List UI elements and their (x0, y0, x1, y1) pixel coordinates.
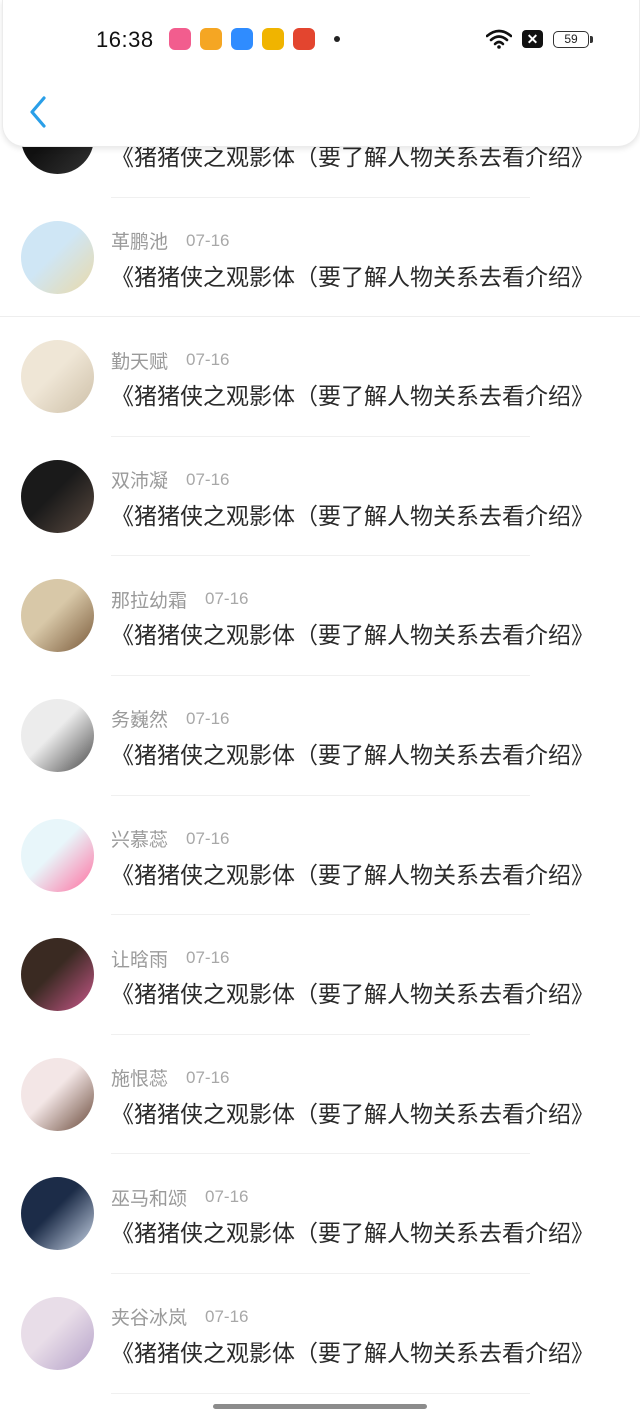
sender-name: 兴慕蕊 (111, 829, 169, 852)
avatar[interactable] (21, 340, 94, 414)
weibo-app-icon (262, 28, 284, 50)
battery-level: 59 (564, 32, 578, 46)
message-date: 07-16 (186, 708, 230, 728)
no-sim-icon: ✕ (522, 30, 543, 48)
chevron-left-icon[interactable] (23, 92, 53, 132)
message-row[interactable]: 兴慕蕊 07-16 《猪猪侠之观影体（要了解人物关系去看介绍》 (0, 796, 640, 916)
home-indicator[interactable] (213, 1404, 427, 1409)
message-preview: 《猪猪侠之观影体（要了解人物关系去看介绍》 (111, 264, 594, 291)
message-preview: 《猪猪侠之观影体（要了解人物关系去看介绍》 (111, 503, 594, 530)
top-bar: 16:38 ✕ 59 (2, 0, 640, 147)
message-row[interactable]: 施恨蕊 07-16 《猪猪侠之观影体（要了解人物关系去看介绍》 (0, 1035, 640, 1155)
message-preview: 《猪猪侠之观影体（要了解人物关系去看介绍》 (111, 384, 594, 411)
sender-line: 勤天赋 07-16 (111, 347, 230, 373)
message-date: 07-16 (205, 1306, 249, 1326)
sender-line: 双沛凝 07-16 (111, 467, 230, 493)
message-row[interactable]: 让晗雨 07-16 《猪猪侠之观影体（要了解人物关系去看介绍》 (0, 915, 640, 1035)
sender-line: 巫马和颂 07-16 (111, 1184, 249, 1210)
message-date: 07-16 (186, 230, 230, 250)
sender-line: 革鹏池 07-16 (111, 228, 230, 254)
message-date: 07-16 (186, 469, 230, 489)
status-time: 16:38 (96, 27, 154, 52)
sender-line: 施恨蕊 07-16 (111, 1065, 230, 1091)
sender-name: 勤天赋 (111, 350, 169, 373)
sender-name: 双沛凝 (111, 470, 169, 493)
avatar[interactable] (21, 579, 94, 653)
sender-name: 让晗雨 (111, 948, 169, 971)
message-date: 07-16 (186, 828, 230, 848)
message-date: 07-16 (205, 589, 249, 609)
message-preview: 《猪猪侠之观影体（要了解人物关系去看介绍》 (111, 862, 594, 889)
message-row[interactable]: 勤天赋 07-16 《猪猪侠之观影体（要了解人物关系去看介绍》 (0, 317, 640, 437)
message-preview: 《猪猪侠之观影体（要了解人物关系去看介绍》 (111, 1221, 594, 1248)
sender-line: 兴慕蕊 07-16 (111, 826, 230, 852)
sender-line: 夹谷冰岚 07-16 (111, 1304, 249, 1330)
message-row[interactable]: 双沛凝 07-16 《猪猪侠之观影体（要了解人物关系去看介绍》 (0, 437, 640, 557)
message-list: 《猪猪侠之观影体（要了解人物关系去看介绍》 革鹏池 07-16 《猪猪侠之观影体（要了… (0, 78, 640, 1394)
tencent-video-app-icon (200, 28, 222, 50)
sender-line: 务巍然 07-16 (111, 706, 230, 732)
message-row[interactable]: 巫马和颂 07-16 《猪猪侠之观影体（要了解人物关系去看介绍》 (0, 1154, 640, 1274)
message-date: 07-16 (186, 1067, 230, 1087)
avatar[interactable] (21, 1057, 94, 1131)
sender-name: 务巍然 (111, 709, 169, 732)
avatar[interactable] (21, 818, 94, 892)
sender-name: 那拉幼霜 (111, 589, 188, 612)
sender-name: 夹谷冰岚 (111, 1307, 188, 1330)
notification-icons (169, 28, 340, 50)
food-app-icon (293, 28, 315, 50)
avatar[interactable] (21, 1296, 94, 1370)
sender-line: 那拉幼霜 07-16 (111, 586, 249, 612)
avatar[interactable] (21, 220, 94, 294)
avatar[interactable] (21, 1177, 94, 1251)
battery-icon: 59 (553, 30, 593, 48)
play-app-icon (231, 28, 253, 50)
sender-line: 让晗雨 07-16 (111, 945, 230, 971)
avatar[interactable] (21, 459, 94, 533)
message-row[interactable]: 夹谷冰岚 07-16 《猪猪侠之观影体（要了解人物关系去看介绍》 (0, 1274, 640, 1394)
message-preview: 《猪猪侠之观影体（要了解人物关系去看介绍》 (111, 1101, 594, 1128)
screen: 《猪猪侠之观影体（要了解人物关系去看介绍》 革鹏池 07-16 《猪猪侠之观影体（要了… (0, 0, 640, 1422)
status-indicators: ✕ 59 (486, 29, 593, 49)
message-preview: 《猪猪侠之观影体（要了解人物关系去看介绍》 (111, 623, 594, 650)
message-row[interactable]: 务巍然 07-16 《猪猪侠之观影体（要了解人物关系去看介绍》 (0, 676, 640, 796)
message-date: 07-16 (186, 948, 230, 968)
sender-name: 革鹏池 (111, 231, 169, 254)
sender-name: 施恨蕊 (111, 1068, 169, 1091)
message-preview: 《猪猪侠之观影体（要了解人物关系去看介绍》 (111, 742, 594, 769)
message-row[interactable]: 那拉幼霜 07-16 《猪猪侠之观影体（要了解人物关系去看介绍》 (0, 556, 640, 676)
row-divider (111, 1392, 530, 1394)
wifi-icon (486, 29, 512, 49)
bilibili-app-icon (169, 28, 191, 50)
message-preview: 《猪猪侠之观影体（要了解人物关系去看介绍》 (111, 1340, 594, 1367)
avatar[interactable] (21, 698, 94, 772)
message-row[interactable]: 革鹏池 07-16 《猪猪侠之观影体（要了解人物关系去看介绍》 (0, 198, 640, 318)
message-date: 07-16 (205, 1187, 249, 1207)
sender-name: 巫马和颂 (111, 1187, 188, 1210)
avatar[interactable] (21, 938, 94, 1012)
message-preview: 《猪猪侠之观影体（要了解人物关系去看介绍》 (111, 982, 594, 1009)
message-date: 07-16 (186, 350, 230, 370)
more-notifications-icon (334, 36, 340, 42)
